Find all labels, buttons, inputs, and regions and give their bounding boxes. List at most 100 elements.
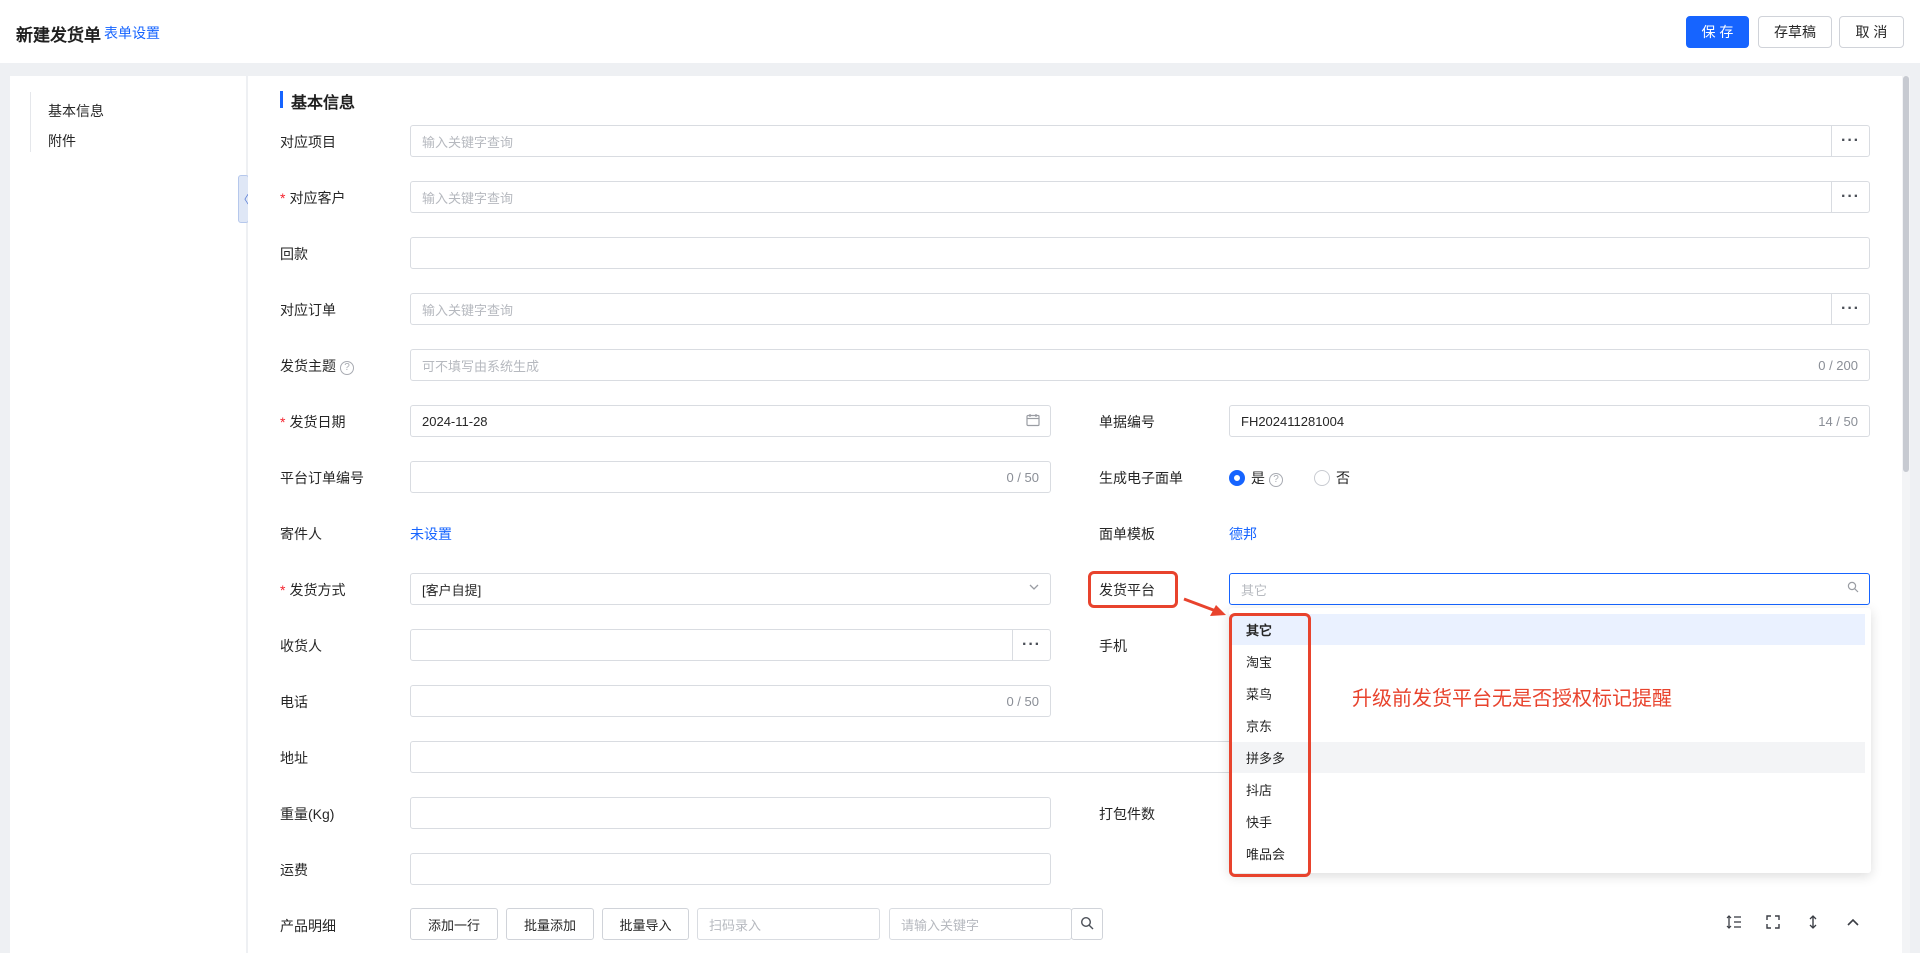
ship-method-label: * 发货方式	[280, 580, 345, 600]
payment-input[interactable]	[410, 237, 1870, 269]
doc-no-counter: 14 / 50	[1818, 414, 1858, 429]
customer-label: * 对应客户	[280, 188, 345, 208]
subject-input[interactable]: 可不填写由系统生成 0 / 200	[410, 349, 1870, 381]
page-title: 新建发货单	[16, 26, 101, 45]
section-accent-bar	[280, 91, 283, 108]
annotation-box-platform-label	[1088, 571, 1178, 608]
scrollbar-thumb[interactable]	[1903, 76, 1909, 472]
doc-no-label: 单据编号	[1099, 414, 1155, 430]
phone-label: 电话	[280, 694, 308, 710]
doc-no-input[interactable]: FH202411281004 14 / 50	[1229, 405, 1870, 437]
chevron-down-icon	[1028, 581, 1040, 596]
save-draft-button[interactable]: 存草稿	[1758, 16, 1832, 48]
customer-input[interactable]: 输入关键字查询 ···	[410, 181, 1870, 213]
more-icon[interactable]: ···	[1831, 181, 1869, 213]
address-label: 地址	[280, 750, 308, 766]
e-waybill-yes-option[interactable]: 是?	[1229, 468, 1283, 488]
freight-input[interactable]	[410, 853, 1051, 885]
phone-counter: 0 / 50	[1006, 694, 1039, 709]
platform-dropdown: 其它 淘宝 菜鸟 京东 拼多多 抖店 快手 唯品会	[1229, 608, 1871, 873]
payment-label: 回款	[280, 246, 308, 262]
form-settings-link[interactable]: 表单设置	[104, 23, 160, 43]
search-icon	[1847, 581, 1859, 596]
batch-import-button[interactable]: 批量导入	[602, 908, 689, 940]
keyword-search-input[interactable]: 请输入关键字	[889, 908, 1072, 940]
weight-input[interactable]	[410, 797, 1051, 829]
required-mark: *	[280, 582, 286, 598]
scan-placeholder: 扫码录入	[709, 917, 762, 933]
ship-date-label-text: 发货日期	[289, 414, 346, 430]
required-mark: *	[280, 190, 286, 206]
batch-add-button[interactable]: 批量添加	[506, 908, 594, 940]
platform-order-no-label: 平台订单编号	[280, 470, 364, 486]
more-icon[interactable]: ···	[1831, 293, 1869, 325]
ship-date-label: * 发货日期	[280, 412, 345, 432]
platform-option[interactable]: 抖店	[1229, 774, 1865, 805]
sender-link[interactable]: 未设置	[410, 524, 452, 544]
project-label: 对应项目	[280, 134, 336, 150]
ship-date-value: 2024-11-28	[422, 413, 488, 429]
product-search-button[interactable]	[1071, 908, 1103, 940]
save-button[interactable]: 保 存	[1686, 16, 1749, 48]
ship-method-value: [客户自提]	[422, 582, 482, 598]
waybill-template-label: 面单模板	[1099, 526, 1155, 542]
doc-no-value: FH202411281004	[1241, 413, 1345, 429]
search-icon	[1080, 916, 1094, 933]
subject-label-text: 发货主题	[280, 358, 336, 374]
help-icon[interactable]: ?	[1269, 473, 1283, 487]
platform-order-no-counter: 0 / 50	[1006, 470, 1039, 485]
radio-unchecked-icon[interactable]	[1314, 470, 1330, 486]
add-row-button[interactable]: 添加一行	[410, 908, 498, 940]
order-input[interactable]: 输入关键字查询 ···	[410, 293, 1870, 325]
keyword-placeholder: 请输入关键字	[901, 917, 980, 933]
calendar-icon[interactable]	[1026, 413, 1040, 430]
sidebar-item-basic-info[interactable]: 基本信息	[48, 101, 104, 121]
subject-label: 发货主题?	[280, 356, 354, 376]
order-label: 对应订单	[280, 302, 336, 318]
customer-placeholder: 输入关键字查询	[422, 190, 514, 206]
sidebar-divider	[30, 92, 31, 152]
expand-vertical-icon[interactable]	[1803, 914, 1823, 935]
ship-method-select[interactable]: [客户自提]	[410, 573, 1051, 605]
sidebar-item-attachments[interactable]: 附件	[48, 131, 76, 151]
platform-order-no-input[interactable]: 0 / 50	[410, 461, 1051, 493]
project-placeholder: 输入关键字查询	[422, 134, 514, 150]
products-label: 产品明细	[280, 918, 336, 934]
fullscreen-icon[interactable]	[1763, 914, 1783, 935]
phone-input[interactable]: 0 / 50	[410, 685, 1051, 717]
receiver-input[interactable]: ···	[410, 629, 1051, 661]
ship-platform-placeholder: 其它	[1241, 582, 1268, 598]
annotation-text: 升级前发货平台无是否授权标记提醒	[1352, 688, 1672, 710]
ship-date-input[interactable]: 2024-11-28	[410, 405, 1051, 437]
collapse-up-icon[interactable]	[1843, 914, 1863, 935]
e-waybill-no-text: 否	[1336, 470, 1350, 486]
e-waybill-no-option[interactable]: 否	[1314, 468, 1350, 488]
mobile-label: 手机	[1099, 638, 1127, 654]
sender-label: 寄件人	[280, 526, 322, 542]
platform-option[interactable]: 拼多多	[1229, 742, 1865, 773]
row-height-icon[interactable]	[1724, 914, 1744, 935]
platform-option[interactable]: 淘宝	[1229, 646, 1865, 677]
radio-checked-icon[interactable]	[1229, 470, 1245, 486]
platform-option[interactable]: 唯品会	[1229, 838, 1865, 869]
help-icon[interactable]: ?	[340, 361, 354, 375]
ship-method-label-text: 发货方式	[289, 582, 346, 598]
sidebar-nav: 基本信息 附件	[10, 76, 246, 953]
annotation-box-platform-options	[1229, 613, 1311, 877]
ship-platform-select[interactable]: 其它	[1229, 573, 1870, 605]
platform-option[interactable]: 快手	[1229, 806, 1865, 837]
cancel-button[interactable]: 取 消	[1839, 16, 1904, 48]
section-title: 基本信息	[291, 95, 356, 112]
scan-input[interactable]: 扫码录入	[697, 908, 880, 940]
e-waybill-yes-text: 是	[1251, 470, 1265, 486]
waybill-template-link[interactable]: 德邦	[1229, 524, 1257, 544]
subject-placeholder: 可不填写由系统生成	[422, 358, 540, 374]
platform-option[interactable]: 京东	[1229, 710, 1865, 741]
freight-label: 运费	[280, 862, 308, 878]
more-icon[interactable]: ···	[1831, 125, 1869, 157]
project-input[interactable]: 输入关键字查询 ···	[410, 125, 1870, 157]
e-waybill-label: 生成电子面单	[1099, 470, 1183, 486]
more-icon[interactable]: ···	[1012, 629, 1050, 661]
subject-counter: 0 / 200	[1818, 358, 1858, 373]
platform-option[interactable]: 其它	[1229, 614, 1865, 645]
